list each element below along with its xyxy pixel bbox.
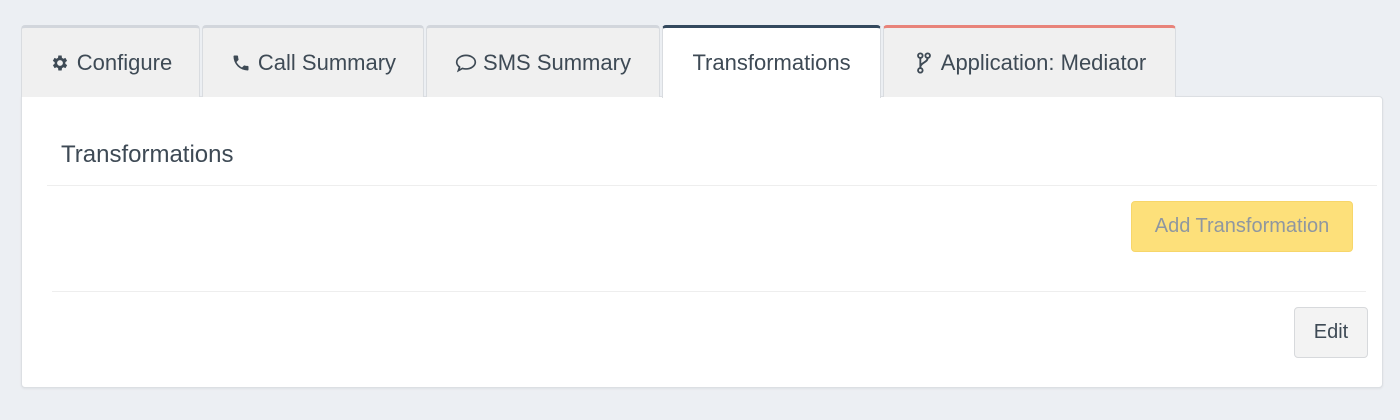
code-branch-icon <box>913 51 935 74</box>
gear-icon <box>49 52 71 74</box>
tab-application-mediator[interactable]: Application: Mediator <box>883 25 1176 97</box>
divider <box>52 291 1366 292</box>
tab-transformations[interactable]: Transformations <box>662 25 881 98</box>
tab-label: Configure <box>76 49 173 75</box>
tab-bar: Configure Call Summary SMS Summary Trans… <box>21 25 1178 98</box>
tab-label: Call Summary <box>257 49 397 75</box>
tab-label: SMS Summary <box>483 49 631 75</box>
divider <box>47 185 1377 186</box>
transformations-panel: Transformations Add Transformation Edit <box>21 96 1383 388</box>
tab-call-summary[interactable]: Call Summary <box>202 25 424 97</box>
edit-button[interactable]: Edit <box>1294 307 1368 358</box>
speech-bubble-icon <box>455 52 477 74</box>
add-transformation-button[interactable]: Add Transformation <box>1131 201 1353 252</box>
phone-icon <box>230 52 252 74</box>
tab-configure[interactable]: Configure <box>21 25 200 97</box>
tab-label: Application: Mediator <box>940 49 1147 75</box>
tab-label: Transformations <box>692 50 851 75</box>
tab-sms-summary[interactable]: SMS Summary <box>426 25 660 97</box>
section-title: Transformations <box>61 141 234 168</box>
